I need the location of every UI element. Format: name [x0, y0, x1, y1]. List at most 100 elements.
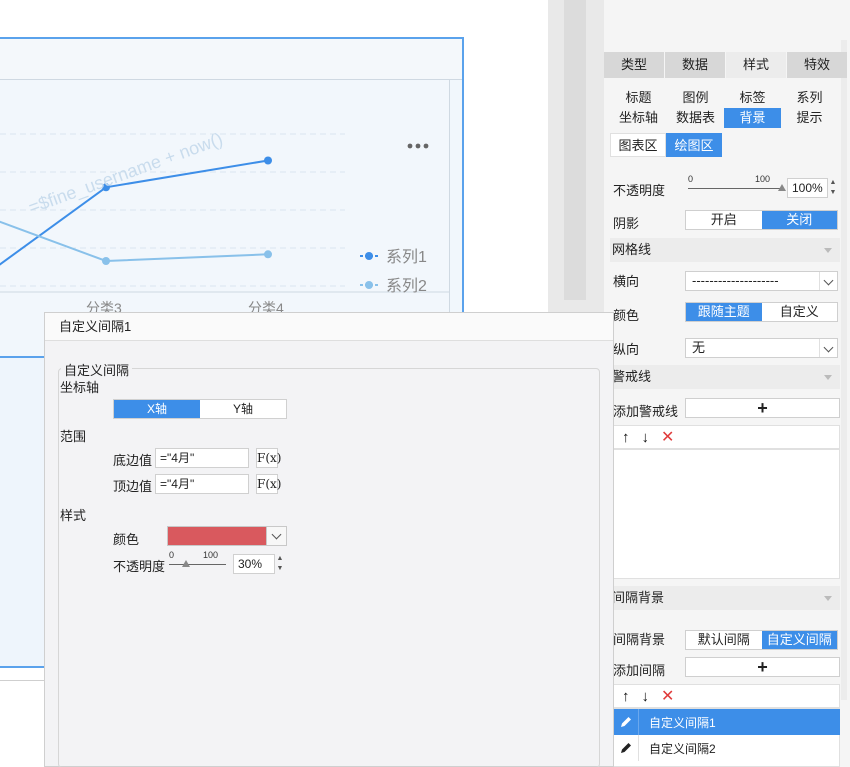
chart-widget[interactable]: 系列1 系列2 =$fine_username + now() 分类3 分类4: [0, 37, 464, 359]
interval-toolbar: ↑ ↓ ✕: [613, 684, 840, 708]
gridlines-section[interactable]: 网格线: [610, 238, 840, 262]
chevron-up-icon: ▲: [276, 555, 284, 562]
delete-icon[interactable]: ✕: [661, 427, 674, 447]
interval-custom-option[interactable]: 自定义间隔: [761, 631, 837, 649]
chart-watermark: =$fine_username + now(): [26, 129, 226, 219]
tab-effects[interactable]: 特效: [787, 52, 848, 78]
opacity-max: 100: [754, 174, 770, 184]
interval-bg-section[interactable]: 间隔背景: [610, 586, 840, 610]
x-axis-option[interactable]: X轴: [114, 400, 200, 418]
slider-knob[interactable]: [182, 560, 191, 567]
chart-legend: 系列1 系列2: [360, 248, 427, 295]
legend-item: 系列1: [360, 248, 427, 266]
interval-mode-toggle: 默认间隔 自定义间隔: [685, 630, 838, 650]
y-axis-option[interactable]: Y轴: [200, 400, 286, 418]
pencil-icon[interactable]: [613, 735, 639, 761]
dialog-opacity-slider[interactable]: 0 100: [169, 550, 226, 572]
interval-item-name: 自定义间隔1: [649, 715, 716, 730]
subtab-label[interactable]: 标签: [724, 88, 781, 108]
stepper-buttons[interactable]: ▲ ▼: [274, 554, 286, 574]
collapse-caret-icon: [824, 248, 832, 253]
chevron-up-icon: ▲: [829, 179, 837, 186]
subtab-datasheet[interactable]: 数据表: [667, 108, 724, 128]
tab-type[interactable]: 类型: [604, 52, 665, 78]
stepper-buttons[interactable]: ▲ ▼: [827, 178, 839, 198]
chart-gridlines: [0, 133, 450, 293]
subtab-legend[interactable]: 图例: [667, 88, 724, 108]
legend-label: 系列1: [386, 248, 427, 266]
style-subtabs: 标题 图例 标签 系列 坐标轴 数据表 背景 提示: [610, 88, 840, 128]
opacity-max: 100: [202, 550, 218, 560]
opacity-min: 0: [688, 174, 694, 184]
shadow-label: 阴影: [613, 216, 640, 231]
warning-line-list[interactable]: [613, 449, 840, 579]
series-point: [264, 250, 272, 259]
panel-scrollbar[interactable]: [841, 40, 847, 700]
shadow-off-option[interactable]: 关闭: [761, 211, 837, 229]
pencil-icon[interactable]: [613, 709, 639, 735]
bottom-value-input[interactable]: ="4月": [155, 448, 249, 468]
opacity-label: 不透明度: [613, 183, 666, 198]
dialog-opacity-input[interactable]: 30% ▲ ▼: [233, 554, 283, 574]
line-chart: 系列1系列2 =$fine_username + now() 分类3 分类4: [0, 129, 450, 316]
bottom-value-label: 底边值: [113, 453, 153, 468]
opacity-slider[interactable]: 0 100: [688, 174, 786, 196]
tab-chart-area[interactable]: 图表区: [610, 133, 666, 157]
panel-main-tabs: 类型 数据 样式 特效: [604, 52, 850, 78]
axis-toggle: X轴 Y轴: [113, 399, 287, 419]
vertical-grid-label: 纵向: [613, 342, 640, 357]
tab-style[interactable]: 样式: [726, 52, 787, 78]
opacity-input[interactable]: 100% ▲ ▼: [787, 178, 836, 198]
add-warning-button[interactable]: +: [685, 398, 840, 418]
chevron-down-icon[interactable]: [266, 526, 287, 546]
grid-color-custom[interactable]: 自定义: [762, 303, 838, 321]
series-point: [264, 156, 272, 165]
warning-toolbar: ↑ ↓ ✕: [613, 425, 840, 449]
opacity-min: 0: [169, 550, 175, 560]
chevron-down-icon: [819, 272, 837, 290]
top-formula-button[interactable]: F(x): [256, 474, 281, 494]
interval-item-2[interactable]: 自定义间隔2: [613, 735, 840, 761]
bottom-formula-button[interactable]: F(x): [256, 448, 281, 468]
move-down-icon[interactable]: ↓: [642, 688, 650, 705]
subtab-axis[interactable]: 坐标轴: [610, 108, 667, 128]
shadow-on-option[interactable]: 开启: [686, 211, 762, 229]
grid-color-follow-theme[interactable]: 跟随主题: [686, 303, 762, 321]
chevron-down-icon: [819, 339, 837, 357]
style-label: 样式: [60, 508, 87, 523]
subtab-series[interactable]: 系列: [781, 88, 838, 108]
top-value-label: 顶边值: [113, 479, 153, 494]
subtab-background[interactable]: 背景: [724, 108, 781, 128]
dialog-title: 自定义间隔1: [45, 313, 613, 341]
shadow-toggle: 开启 关闭: [685, 210, 838, 230]
series-point: [102, 257, 110, 265]
custom-interval-dialog: 自定义间隔1 自定义间隔 坐标轴 X轴 Y轴 范围 底边值 ="4月" F(x)…: [44, 312, 614, 767]
grid-color-toggle: 跟随主题 自定义: [685, 302, 838, 322]
scrollbar-thumb[interactable]: [564, 0, 586, 300]
tab-plot-area[interactable]: 绘图区: [666, 133, 722, 157]
interval-item-1[interactable]: 自定义间隔1: [613, 709, 840, 735]
add-warning-label: 添加警戒线: [613, 404, 679, 419]
delete-icon[interactable]: ✕: [661, 686, 674, 706]
chevron-down-icon: ▼: [829, 189, 837, 196]
color-label: 颜色: [113, 532, 140, 547]
grid-color-label: 颜色: [613, 308, 640, 323]
move-up-icon[interactable]: ↑: [622, 429, 630, 446]
warning-line-section[interactable]: 警戒线: [610, 365, 840, 389]
interval-default-option[interactable]: 默认间隔: [686, 631, 762, 649]
horizontal-grid-select[interactable]: --------------------: [685, 271, 838, 291]
slider-knob[interactable]: [778, 184, 786, 191]
vertical-grid-select[interactable]: 无: [685, 338, 838, 358]
legend-label: 系列2: [386, 277, 427, 295]
axis-label: 坐标轴: [60, 380, 100, 395]
move-up-icon[interactable]: ↑: [622, 688, 630, 705]
subtab-title[interactable]: 标题: [610, 88, 667, 108]
subtab-tooltip[interactable]: 提示: [781, 108, 838, 128]
collapse-caret-icon: [824, 596, 832, 601]
top-value-input[interactable]: ="4月": [155, 474, 249, 494]
tab-data[interactable]: 数据: [665, 52, 726, 78]
series-line-2: [0, 220, 269, 263]
move-down-icon[interactable]: ↓: [642, 429, 650, 446]
add-interval-button[interactable]: +: [685, 657, 840, 677]
interval-bg-label: 间隔背景: [613, 632, 666, 647]
